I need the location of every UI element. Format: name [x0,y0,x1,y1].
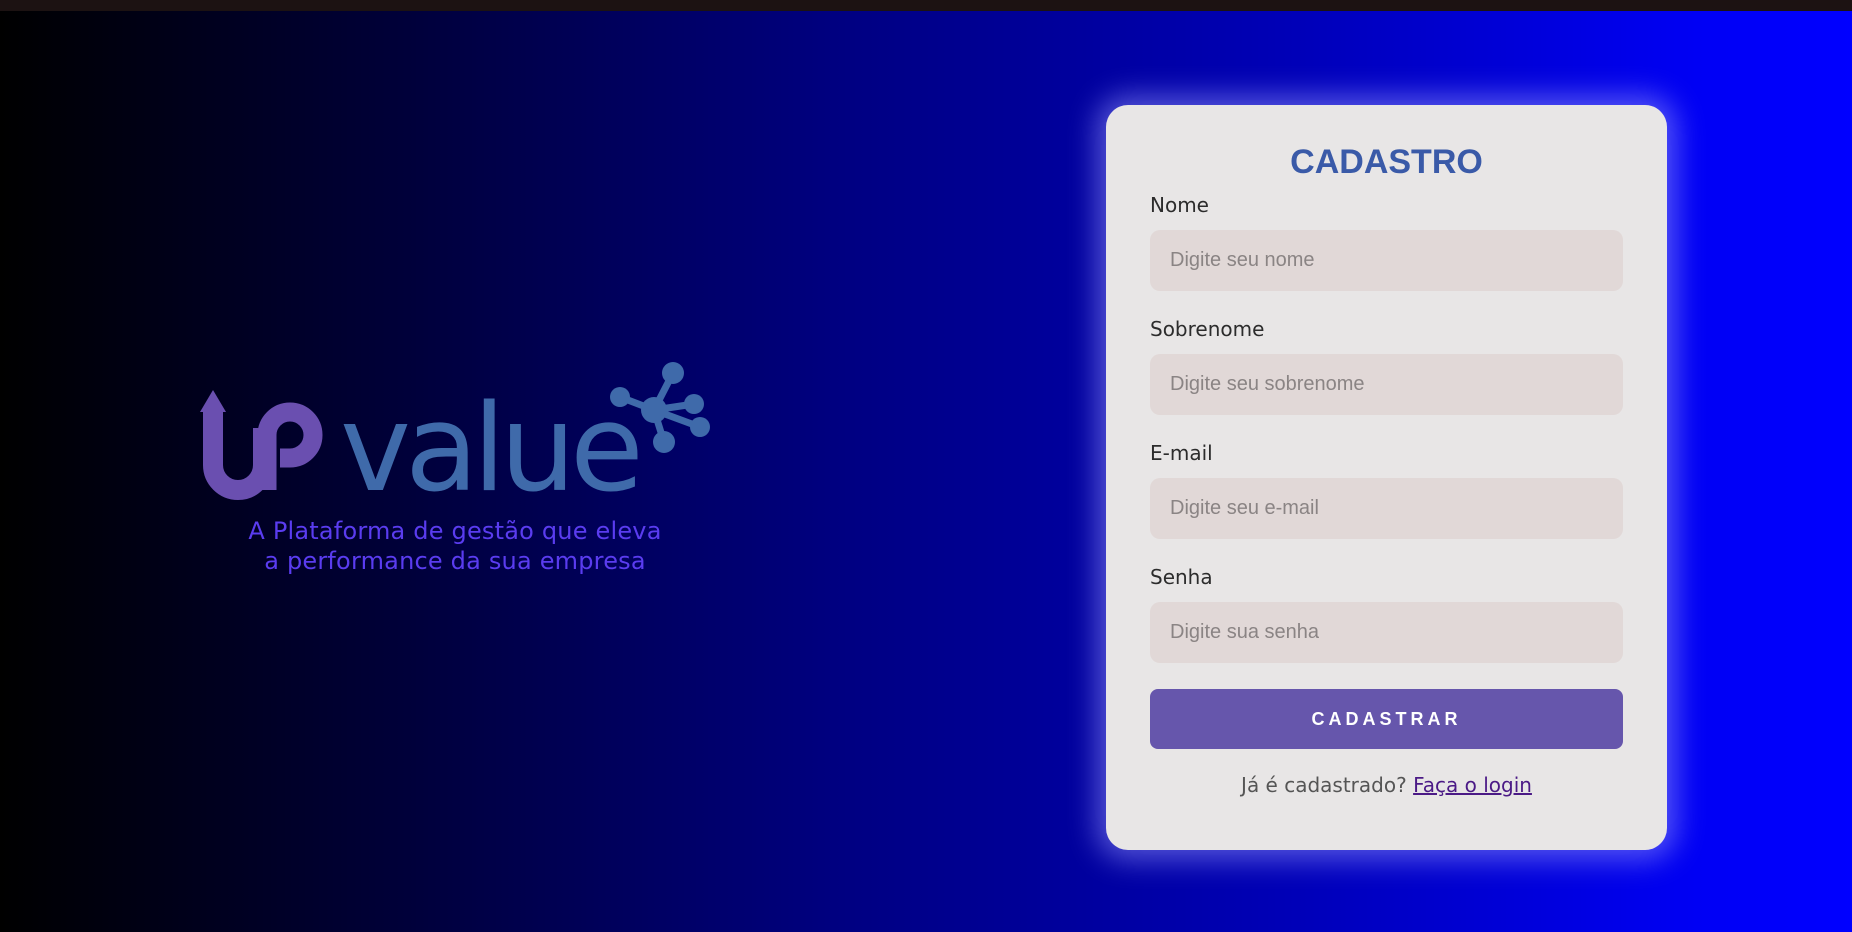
name-label: Nome [1150,193,1209,217]
password-label: Senha [1150,565,1213,589]
form-title: CADASTRO [1290,143,1483,181]
signup-card: CADASTRO Nome Sobrenome E-mail Senha CAD… [1106,105,1667,850]
tagline: A Plataforma de gestão que eleva a perfo… [200,516,710,576]
logo-value-text: value [340,380,638,500]
name-input[interactable] [1150,230,1623,291]
password-input[interactable] [1150,602,1623,663]
cadastrar-button[interactable]: CADASTRAR [1150,689,1623,749]
brand-panel: value A Plataforma de gestão que eleva a… [200,360,710,590]
tagline-line-1: A Plataforma de gestão que eleva [248,517,662,545]
surname-input[interactable] [1150,354,1623,415]
tagline-line-2: a performance da sua empresa [264,547,646,575]
login-row: Já é cadastrado? Faça o login [1106,773,1667,797]
top-bar [0,0,1852,11]
upvalue-logo: value [200,362,710,500]
login-link[interactable]: Faça o login [1413,773,1532,797]
surname-label: Sobrenome [1150,317,1265,341]
email-label: E-mail [1150,441,1213,465]
login-prompt: Já é cadastrado? [1241,773,1407,797]
email-input[interactable] [1150,478,1623,539]
